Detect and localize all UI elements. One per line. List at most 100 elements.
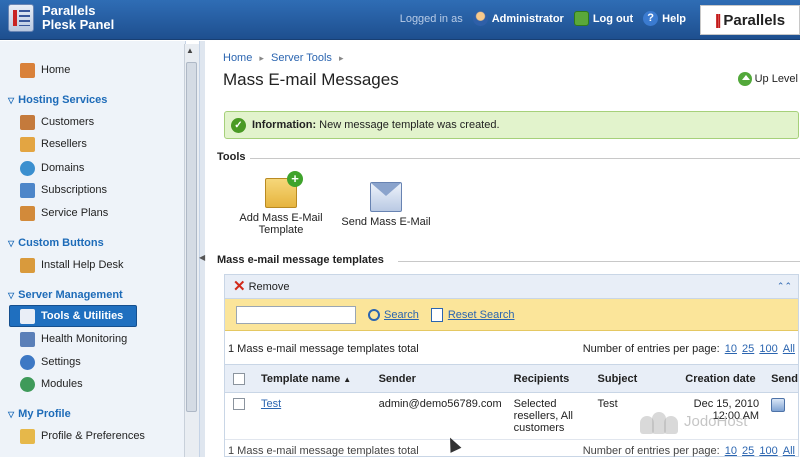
nav-customers[interactable]: Customers <box>20 113 94 131</box>
sender-cell: admin@demo56789.com <box>372 392 508 440</box>
pane-splitter[interactable] <box>199 41 205 457</box>
search-input[interactable] <box>236 305 356 324</box>
nav-section-my-profile[interactable]: ▽ My Profile <box>8 408 71 420</box>
tools-utilities-icon <box>20 308 35 324</box>
up-level-button[interactable]: Up Level <box>737 72 798 86</box>
entries-per-page: Number of entries per page: 10 25 100 Al… <box>582 343 795 355</box>
per-page-100[interactable]: 100 <box>759 343 777 355</box>
search-icon <box>368 308 380 321</box>
table-header-row: Template name ▲ Sender Recipients Subject… <box>225 364 798 393</box>
col-creation-date[interactable]: Creation date <box>679 364 766 393</box>
per-page-10[interactable]: 10 <box>725 343 737 355</box>
collapse-triangle-icon: ▽ <box>8 238 15 248</box>
sort-asc-icon: ▲ <box>343 374 352 384</box>
nav-health-monitoring[interactable]: Health Monitoring <box>20 330 127 348</box>
reset-search-icon <box>430 307 443 322</box>
collapse-triangle-icon: ▽ <box>8 290 15 300</box>
send-mass-email-button[interactable]: Send Mass E-Mail <box>336 182 436 228</box>
breadcrumb-home[interactable]: Home <box>223 52 252 64</box>
nav-domains[interactable]: Domains <box>20 159 84 177</box>
col-recipients[interactable]: Recipients <box>507 364 592 393</box>
user-area: Logged in as Administrator Log out ? Hel… <box>400 11 696 26</box>
profile-preferences-icon <box>20 428 35 444</box>
select-all-checkbox[interactable] <box>233 372 245 385</box>
per-page-25-bottom[interactable]: 25 <box>742 445 754 457</box>
logout-link[interactable]: Log out <box>573 11 633 26</box>
app-logo[interactable]: Parallels Plesk Panel <box>8 4 114 32</box>
remove-x-icon: ✕ <box>233 277 246 295</box>
nav-section-server-management[interactable]: ▽ Server Management <box>8 289 123 301</box>
nav-profile-preferences[interactable]: Profile & Preferences <box>20 427 145 445</box>
nav-section-hosting-services[interactable]: ▽ Hosting Services <box>8 94 107 106</box>
col-send: Send <box>765 364 798 393</box>
template-name-cell: Test <box>254 392 373 440</box>
col-template-name[interactable]: Template name ▲ <box>254 364 373 393</box>
top-bar: Parallels Plesk Panel Logged in as Admin… <box>0 0 800 40</box>
tools-divider <box>250 158 800 159</box>
col-subject[interactable]: Subject <box>591 364 680 393</box>
nav-subscriptions[interactable]: Subscriptions <box>20 181 107 199</box>
tools-heading: Tools <box>217 151 246 163</box>
up-arrow-icon <box>737 72 752 86</box>
nav-settings[interactable]: Settings <box>20 353 81 371</box>
modules-icon <box>20 376 35 392</box>
col-sender[interactable]: Sender <box>372 364 508 393</box>
per-page-25[interactable]: 25 <box>742 343 754 355</box>
list-toolbar: ✕ Remove ⌃⌃ <box>225 275 798 299</box>
template-name-link[interactable]: Test <box>261 398 281 410</box>
entries-per-page-bottom: Number of entries per page: 10 25 100 Al… <box>582 445 795 457</box>
nav-install-help-desk[interactable]: Install Help Desk <box>20 256 124 274</box>
row-select-cell <box>225 392 255 440</box>
subscriptions-icon <box>20 182 35 198</box>
settings-gear-icon <box>20 354 35 370</box>
install-help-desk-icon <box>20 257 35 273</box>
breadcrumb-separator-icon: ▸ <box>339 53 344 63</box>
collapse-sidebar-icon[interactable]: ◀ <box>199 253 205 262</box>
nav-service-plans[interactable]: Service Plans <box>20 204 108 222</box>
send-email-icon <box>370 182 402 212</box>
per-page-all[interactable]: All <box>783 343 795 355</box>
help-link[interactable]: ? Help <box>643 11 686 26</box>
nav-modules[interactable]: Modules <box>20 375 83 393</box>
parallels-bars-icon: || <box>714 11 722 29</box>
per-page-all-bottom[interactable]: All <box>783 445 795 457</box>
scroll-up-icon[interactable]: ▲ <box>186 46 194 55</box>
nav-section-custom-buttons[interactable]: ▽ Custom Buttons <box>8 237 104 249</box>
add-template-icon <box>265 171 303 208</box>
search-button[interactable]: Search <box>368 308 419 321</box>
breadcrumb-separator-icon: ▸ <box>259 53 264 63</box>
collapse-chevron-icon[interactable]: ⌃⌃ <box>777 281 792 292</box>
health-monitoring-icon <box>20 331 35 347</box>
breadcrumb-server-tools[interactable]: Server Tools <box>271 52 332 64</box>
user-link[interactable]: Administrator <box>472 11 564 26</box>
row-checkbox[interactable] <box>233 398 245 411</box>
send-icon[interactable] <box>771 398 786 412</box>
logged-in-label: Logged in as <box>399 12 463 25</box>
sidebar-scrollbar-thumb[interactable] <box>186 62 197 412</box>
per-page-10-bottom[interactable]: 10 <box>725 445 737 457</box>
page-title: Mass E-mail Messages <box>223 70 399 89</box>
admin-icon <box>472 11 488 26</box>
collapse-triangle-icon: ▽ <box>8 95 15 105</box>
parallels-brand-logo: || Parallels <box>700 5 800 35</box>
add-mass-email-template-button[interactable]: Add Mass E-Mail Template <box>236 171 326 236</box>
nav-resellers[interactable]: Resellers <box>20 135 87 153</box>
service-plans-icon <box>20 205 35 221</box>
recipients-cell: Selected resellers, All customers <box>507 392 592 440</box>
reset-search-button[interactable]: Reset Search <box>430 307 515 322</box>
resellers-icon <box>20 136 35 152</box>
collapse-triangle-icon: ▽ <box>8 409 15 419</box>
nav-tools-utilities[interactable]: Tools & Utilities <box>20 307 123 325</box>
templates-divider <box>398 261 800 262</box>
send-cell <box>765 392 798 440</box>
select-all-cell <box>225 364 255 393</box>
logout-icon <box>573 11 589 26</box>
help-icon: ? <box>643 11 659 26</box>
nav-home[interactable]: Home <box>20 61 70 79</box>
remove-button[interactable]: ✕ Remove <box>233 277 290 295</box>
app-name: Parallels Plesk Panel <box>42 3 115 32</box>
search-bar: Search Reset Search <box>225 299 798 331</box>
per-page-100-bottom[interactable]: 100 <box>759 445 777 457</box>
breadcrumb: Home ▸ Server Tools ▸ <box>223 52 348 64</box>
watermark: JodoHost <box>640 408 747 434</box>
